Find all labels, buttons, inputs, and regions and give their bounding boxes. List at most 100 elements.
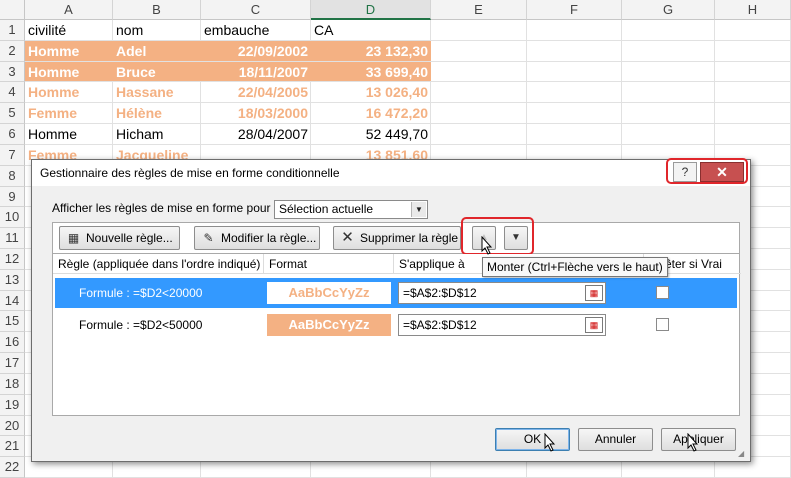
cell-b1[interactable]: nom	[113, 20, 201, 40]
table-row: Homme Hicham 28/04/2007 52 449,70	[25, 124, 791, 145]
cell-c4[interactable]: 22/04/2005	[201, 82, 311, 102]
stop-if-true-checkbox[interactable]	[656, 318, 669, 331]
row-header[interactable]: 2	[0, 40, 25, 62]
column-header-f[interactable]: F	[527, 0, 622, 20]
table-row: Homme Bruce 18/11/2007 33 699,40	[25, 61, 791, 83]
column-header-d[interactable]: D	[311, 0, 431, 20]
column-header-c[interactable]: C	[201, 0, 311, 20]
delete-x-icon: ✕	[341, 229, 354, 246]
delete-rule-button[interactable]: ✕ Supprimer la règle	[333, 226, 461, 250]
cell-d6[interactable]: 52 449,70	[311, 124, 431, 144]
cell-c6[interactable]: 28/04/2007	[201, 124, 311, 144]
cell-c1[interactable]: embauche	[201, 20, 311, 40]
format-preview: AaBbCcYyZz	[267, 282, 391, 304]
row-header[interactable]: 20	[0, 415, 25, 437]
cell-a1[interactable]: civilité	[25, 20, 113, 40]
applies-to-value: =$A$2:$D$12	[403, 318, 477, 332]
new-rule-icon: ▦	[67, 231, 80, 245]
row-header[interactable]: 22	[0, 457, 25, 478]
conditional-formatting-dialog: Gestionnaire des règles de mise en forme…	[31, 158, 751, 462]
row-header[interactable]: 9	[0, 186, 25, 208]
new-rule-label: Nouvelle règle...	[86, 231, 173, 245]
applies-to-input[interactable]: =$A$2:$D$12 ▦	[398, 314, 606, 336]
delete-rule-label: Supprimer la règle	[360, 231, 459, 245]
row-header[interactable]: 15	[0, 311, 25, 333]
column-header-format: Format	[264, 254, 394, 274]
table-row: Homme Hassane 22/04/2005 13 026,40	[25, 82, 791, 104]
row-header[interactable]: 11	[0, 228, 25, 249]
rules-list: Règle (appliquée dans l'ordre indiqué) F…	[52, 254, 741, 416]
chevron-down-icon: ▼	[411, 202, 426, 217]
row-header[interactable]: 10	[0, 207, 25, 229]
row-header[interactable]: 18	[0, 373, 25, 395]
applies-to-input[interactable]: =$A$2:$D$12 ▦	[398, 282, 606, 304]
row-header[interactable]: 13	[0, 269, 25, 291]
column-header-b[interactable]: B	[113, 0, 201, 20]
show-rules-select[interactable]: Sélection actuelle ▼	[274, 200, 428, 219]
rule-row-2[interactable]: Formule : =$D2<50000 AaBbCcYyZz =$A$2:$D…	[55, 310, 737, 340]
edit-rule-button[interactable]: ✎ Modifier la règle...	[194, 226, 320, 250]
applies-to-value: =$A$2:$D$12	[403, 286, 477, 300]
rules-toolbar: ▦ Nouvelle règle... ✎ Modifier la règle.…	[52, 222, 740, 254]
cell-b3[interactable]: Bruce	[113, 61, 201, 82]
cell-b6[interactable]: Hicham	[113, 124, 201, 144]
resize-grip-icon[interactable]: ◢	[738, 449, 748, 459]
rule-row-1[interactable]: Formule : =$D2<20000 AaBbCcYyZz =$A$2:$D…	[55, 278, 737, 308]
table-row: Femme Hélène 18/03/2000 16 472,20	[25, 103, 791, 125]
cell-c5[interactable]: 18/03/2000	[201, 103, 311, 123]
rule-formula: Formule : =$D2<20000	[79, 286, 203, 300]
row-header[interactable]: 6	[0, 124, 25, 145]
row-header[interactable]: 3	[0, 61, 25, 83]
range-select-icon[interactable]: ▦	[585, 285, 603, 301]
edit-rule-icon: ✎	[203, 231, 214, 245]
table-row: Homme Adel 22/09/2002 23 132,30	[25, 40, 791, 62]
cell-a2[interactable]: Homme	[25, 40, 113, 61]
mouse-cursor-icon	[544, 433, 556, 452]
cell-b5[interactable]: Hélène	[113, 103, 201, 123]
dialog-title: Gestionnaire des règles de mise en forme…	[40, 166, 340, 180]
cell-d3[interactable]: 33 699,40	[311, 61, 431, 82]
row-header[interactable]: 12	[0, 249, 25, 270]
ok-button[interactable]: OK	[495, 428, 570, 451]
new-rule-button[interactable]: ▦ Nouvelle règle...	[59, 226, 180, 250]
cell-a4[interactable]: Homme	[25, 82, 113, 102]
table-row: civilité nom embauche CA	[25, 20, 791, 41]
row-header[interactable]: 16	[0, 332, 25, 354]
cell-d5[interactable]: 16 472,20	[311, 103, 431, 123]
cancel-button[interactable]: Annuler	[578, 428, 653, 451]
cell-a5[interactable]: Femme	[25, 103, 113, 123]
row-header[interactable]: 8	[0, 165, 25, 187]
column-header-rule: Règle (appliquée dans l'ordre indiqué)	[53, 254, 264, 274]
cell-d2[interactable]: 23 132,30	[311, 40, 431, 61]
cell-c2[interactable]: 22/09/2002	[201, 40, 311, 61]
cell-b2[interactable]: Adel	[113, 40, 201, 61]
row-header[interactable]: 7	[0, 144, 25, 166]
row-header[interactable]: 4	[0, 82, 25, 104]
range-select-icon[interactable]: ▦	[585, 317, 603, 333]
show-rules-value: Sélection actuelle	[279, 202, 374, 216]
format-preview: AaBbCcYyZz	[267, 314, 391, 336]
column-header-g[interactable]: G	[622, 0, 715, 20]
row-header[interactable]: 14	[0, 290, 25, 312]
column-header-a[interactable]: A	[25, 0, 113, 20]
column-header-e[interactable]: E	[431, 0, 527, 20]
row-header[interactable]: 17	[0, 353, 25, 374]
cell-c3[interactable]: 18/11/2007	[201, 61, 311, 82]
cell-d4[interactable]: 13 026,40	[311, 82, 431, 102]
column-header-h[interactable]: H	[715, 0, 791, 20]
cell-b4[interactable]: Hassane	[113, 82, 201, 102]
cell-a3[interactable]: Homme	[25, 61, 113, 82]
row-header[interactable]: 1	[0, 20, 25, 41]
row-header[interactable]: 21	[0, 436, 25, 458]
row-header[interactable]: 19	[0, 394, 25, 416]
row-header[interactable]: 5	[0, 103, 25, 125]
edit-rule-label: Modifier la règle...	[221, 231, 317, 245]
cell-d1[interactable]: CA	[311, 20, 431, 40]
cell-a6[interactable]: Homme	[25, 124, 113, 144]
dialog-titlebar: Gestionnaire des règles de mise en forme…	[32, 160, 750, 186]
select-all-corner[interactable]	[0, 0, 25, 20]
rule-formula: Formule : =$D2<50000	[79, 318, 203, 332]
mouse-cursor-icon	[481, 236, 493, 255]
stop-if-true-checkbox[interactable]	[656, 286, 669, 299]
close-highlight	[666, 158, 748, 184]
